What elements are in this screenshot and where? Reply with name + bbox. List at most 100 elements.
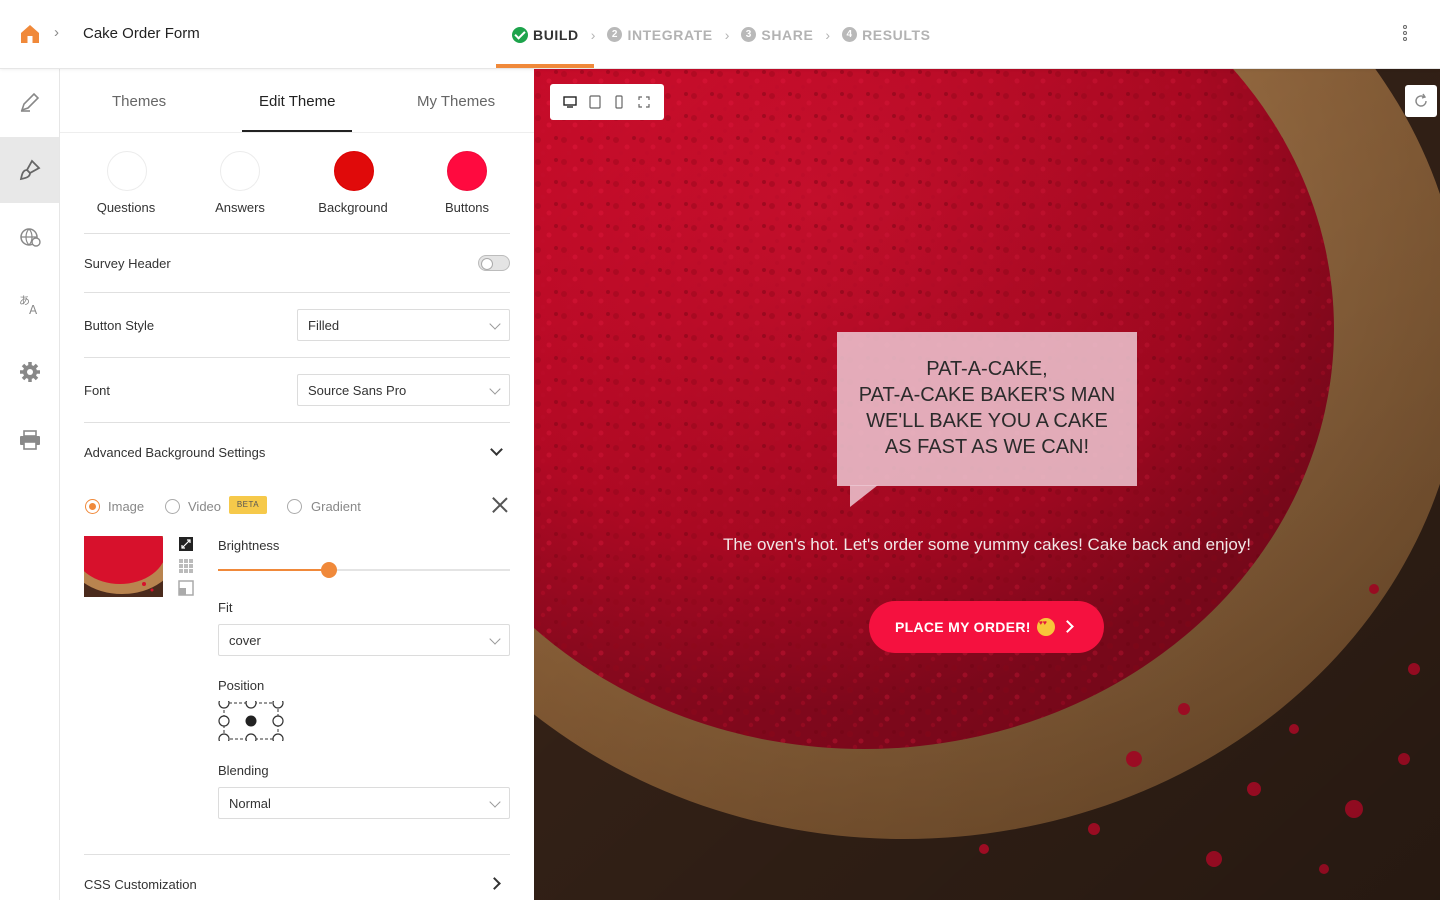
mobile-icon[interactable] [612, 95, 626, 109]
video-radio[interactable] [165, 499, 180, 514]
gradient-radio-label[interactable]: Gradient [311, 499, 361, 514]
theme-settings-panel: Themes Edit Theme My Themes Questions An… [60, 69, 534, 900]
font-select[interactable]: Source Sans Pro [297, 374, 510, 406]
tile-pattern-icon[interactable] [178, 558, 194, 574]
translate-icon: あA [19, 294, 38, 316]
questions-color-swatch[interactable] [107, 151, 147, 191]
more-options-icon[interactable] [1403, 25, 1409, 43]
chevron-right-icon: › [825, 26, 831, 43]
survey-preview: PAT-A-CAKE, PAT-A-CAKE BAKER'S MAN WE'LL… [534, 69, 1440, 900]
form-title[interactable]: Cake Order Form [83, 25, 200, 42]
background-color-swatch[interactable] [334, 151, 374, 191]
divider [84, 854, 510, 855]
chevron-down-icon[interactable] [490, 443, 503, 456]
print-icon [19, 430, 40, 450]
step-results-label: RESULTS [862, 26, 931, 43]
speech-bubble-tail [850, 485, 878, 507]
position-label: Position [218, 678, 265, 693]
step-number: 2 [607, 27, 623, 42]
refresh-icon [1415, 93, 1427, 107]
step-share[interactable]: 3 SHARE [741, 0, 813, 69]
position-picker[interactable] [218, 701, 284, 741]
fullscreen-fit-icon[interactable] [178, 536, 194, 552]
fit-value: cover [229, 633, 261, 648]
brightness-slider[interactable] [218, 562, 510, 578]
rail-item-design[interactable] [0, 137, 59, 203]
home-icon[interactable] [18, 22, 42, 46]
brightness-label: Brightness [218, 538, 280, 553]
fit-label: Fit [218, 600, 233, 615]
fit-select[interactable]: cover [218, 624, 510, 656]
paint-brush-icon [19, 159, 40, 181]
brightness-slider-handle[interactable] [320, 562, 337, 578]
rail-item-language[interactable] [0, 204, 59, 270]
video-radio-label[interactable]: Video [188, 499, 221, 514]
step-build-label: BUILD [533, 26, 579, 43]
image-corner-icon[interactable] [178, 580, 194, 596]
wizard-steps: BUILD › 2 INTEGRATE › 3 SHARE › 4 RESULT… [512, 0, 931, 69]
chevron-down-icon [489, 633, 501, 645]
svg-text:A: A [29, 303, 38, 316]
rail-item-translate[interactable]: あA [0, 271, 59, 337]
chevron-right-icon[interactable] [488, 877, 501, 890]
welcome-speech-bubble: PAT-A-CAKE, PAT-A-CAKE BAKER'S MAN WE'LL… [837, 332, 1137, 486]
chevron-right-icon: › [54, 24, 59, 41]
rail-item-settings[interactable] [0, 339, 59, 405]
divider [84, 292, 510, 293]
image-radio[interactable] [85, 499, 100, 514]
chevron-right-icon [1061, 620, 1074, 633]
chevron-down-icon [489, 318, 501, 330]
desktop-icon[interactable] [563, 95, 577, 109]
tab-edit-theme[interactable]: Edit Theme [259, 93, 335, 110]
chevron-right-icon: › [724, 26, 730, 43]
tab-my-themes[interactable]: My Themes [417, 93, 495, 110]
button-style-label: Button Style [84, 318, 155, 333]
answers-color-label: Answers [215, 200, 265, 215]
gradient-radio[interactable] [287, 499, 302, 514]
step-results[interactable]: 4 RESULTS [842, 0, 931, 69]
divider [84, 233, 510, 234]
rail-item-build[interactable] [0, 69, 59, 135]
image-radio-label[interactable]: Image [108, 499, 144, 514]
chevron-down-icon [489, 796, 501, 808]
fullscreen-icon[interactable] [637, 95, 651, 109]
welcome-subtitle: The oven's hot. Let's order some yummy c… [722, 535, 1252, 554]
welcome-heading: PAT-A-CAKE, PAT-A-CAKE BAKER'S MAN WE'LL… [858, 358, 1116, 458]
place-order-button[interactable]: PLACE MY ORDER! [869, 601, 1104, 653]
theme-tabs: Themes Edit Theme My Themes [60, 69, 534, 133]
css-customization-label[interactable]: CSS Customization [84, 877, 197, 892]
divider [84, 422, 510, 423]
chevron-down-icon [489, 383, 501, 395]
button-style-value: Filled [308, 318, 340, 333]
survey-header-toggle[interactable] [478, 255, 510, 271]
step-number: 3 [741, 27, 757, 42]
font-label: Font [84, 383, 111, 398]
close-icon[interactable] [492, 497, 508, 513]
active-tab-indicator [242, 130, 352, 132]
font-value: Source Sans Pro [308, 383, 407, 398]
step-integrate[interactable]: 2 INTEGRATE [607, 0, 712, 69]
tablet-icon[interactable] [588, 95, 602, 109]
tab-themes[interactable]: Themes [112, 93, 166, 110]
button-style-select[interactable]: Filled [297, 309, 510, 341]
heart-eyes-emoji-icon [1036, 618, 1055, 636]
pen-icon [20, 92, 39, 112]
top-bar: › Cake Order Form BUILD › 2 INTEGRATE › … [0, 0, 1440, 69]
blending-label: Blending [218, 763, 269, 778]
answers-color-swatch[interactable] [220, 151, 260, 191]
step-share-label: SHARE [761, 26, 814, 43]
refresh-preview-button[interactable] [1405, 85, 1437, 117]
buttons-color-label: Buttons [444, 200, 490, 215]
place-order-label: PLACE MY ORDER! [895, 619, 1031, 635]
gear-icon [19, 362, 40, 382]
rail-item-print[interactable] [0, 407, 59, 473]
step-build[interactable]: BUILD [512, 0, 579, 69]
questions-color-label: Questions [96, 200, 156, 215]
brightness-slider-fill [218, 569, 329, 571]
buttons-color-swatch[interactable] [447, 151, 487, 191]
blending-select[interactable]: Normal [218, 787, 510, 819]
background-color-label: Background [318, 200, 388, 215]
chevron-right-icon: › [590, 26, 596, 43]
background-image-thumbnail[interactable] [84, 536, 163, 597]
advanced-background-label[interactable]: Advanced Background Settings [84, 445, 265, 460]
